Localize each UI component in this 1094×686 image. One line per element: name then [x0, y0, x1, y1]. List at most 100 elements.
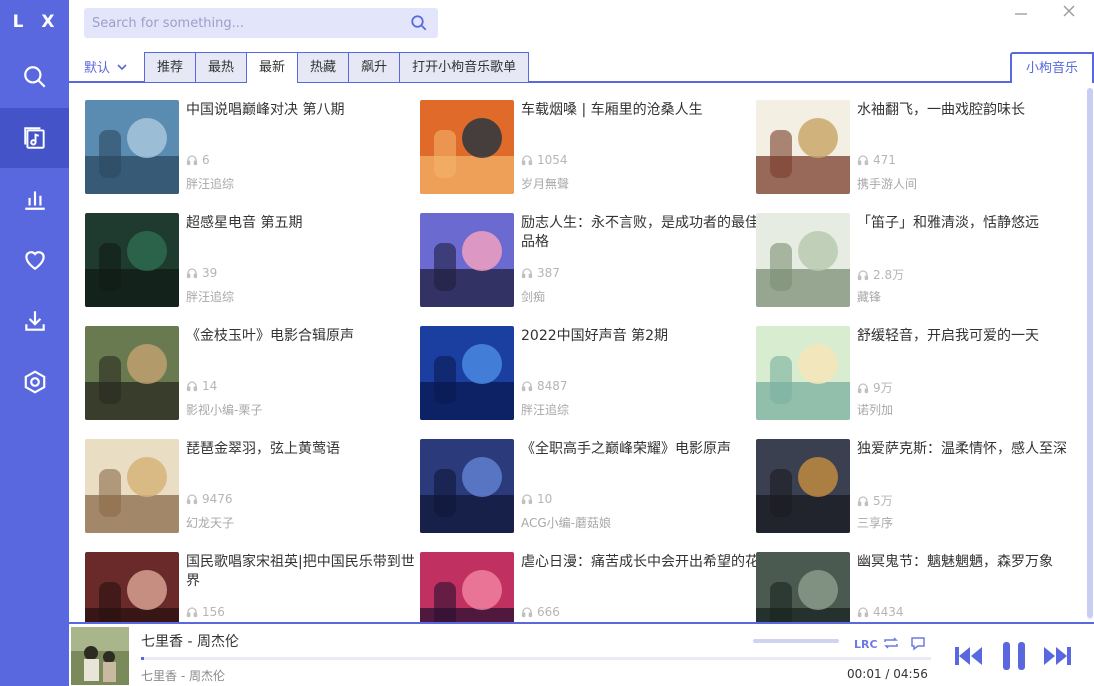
player-cover-art[interactable]: [71, 627, 129, 685]
tab-5[interactable]: 打开小枸音乐歌单: [399, 52, 530, 82]
playlist-author[interactable]: 三享序: [857, 514, 893, 531]
playlist-cover[interactable]: [756, 326, 850, 420]
playlist-cover[interactable]: [85, 552, 179, 622]
playlist-author[interactable]: 胖汪追综: [186, 288, 234, 305]
playlist-title[interactable]: 《金枝玉叶》电影合辑原声: [186, 327, 426, 346]
playlist-card[interactable]: 车载烟嗓 | 车厢里的沧桑人生 1054 岁月無聲: [420, 100, 750, 196]
playlist-author[interactable]: 剑痴: [521, 288, 545, 305]
playlist-card[interactable]: 舒缓轻音，开启我可爱的一天 9万 诺列加: [756, 326, 1086, 422]
play-count-value: 666: [537, 605, 560, 619]
playlist-author[interactable]: 岁月無聲: [521, 175, 569, 192]
playlist-title[interactable]: 琵琶金翠羽，弦上黄莺语: [186, 440, 426, 459]
search-input[interactable]: [92, 15, 408, 31]
playlist-cover[interactable]: [420, 326, 514, 420]
playlist-title[interactable]: 2022中国好声音 第2期: [521, 327, 761, 346]
playlist-title[interactable]: 幽冥鬼节：魑魅魍魉，森罗万象: [857, 553, 1086, 572]
source-tab[interactable]: 小枸音乐: [1009, 52, 1094, 83]
play-count-value: 9476: [202, 492, 233, 506]
loop-icon: [884, 637, 898, 649]
sidebar-item-leaderboard[interactable]: [0, 169, 69, 229]
playlist-author[interactable]: ACG小编-蘑菇娘: [521, 514, 611, 531]
playlist-author[interactable]: 携手游人间: [857, 175, 917, 192]
playlist-author[interactable]: 藏锋: [857, 288, 881, 305]
playlist-author[interactable]: 诺列加: [857, 401, 893, 418]
playlist-card[interactable]: 琵琶金翠羽，弦上黄莺语 9476 幻龙天子: [85, 439, 415, 535]
pause-button[interactable]: [997, 640, 1031, 672]
playlist-title[interactable]: 虐心日漫：痛苦成长中会开出希望的花: [521, 553, 761, 572]
playlist-title[interactable]: 水袖翻飞，一曲戏腔韵味长: [857, 101, 1086, 120]
playlist-card[interactable]: 励志人生：永不言败，是成功者的最佳品格 387 剑痴: [420, 213, 759, 309]
playlist-cover[interactable]: [420, 552, 514, 622]
playlist-card[interactable]: 《全职高手之巅峰荣耀》电影原声 10 ACG小编-蘑菇娘: [420, 439, 750, 535]
headphone-icon: [521, 381, 533, 392]
progress-bar[interactable]: [141, 657, 931, 660]
close-button[interactable]: [1054, 0, 1084, 22]
playlist-title[interactable]: 励志人生：永不言败，是成功者的最佳品格: [521, 214, 761, 252]
play-count: 4434: [857, 605, 904, 619]
playlist-cover[interactable]: [420, 439, 514, 533]
playlist-author[interactable]: 胖汪追综: [521, 401, 569, 418]
playlist-card[interactable]: 2022中国好声音 第2期 8487 胖汪追综: [420, 326, 750, 422]
playlist-card[interactable]: 《金枝玉叶》电影合辑原声 14 影视小编-栗子: [85, 326, 415, 422]
playlist-card[interactable]: 国民歌唱家宋祖英|把中国民乐带到世界 156: [85, 552, 415, 622]
headphone-icon: [521, 494, 533, 505]
playlist-title[interactable]: 舒缓轻音，开启我可爱的一天: [857, 327, 1086, 346]
sidebar-item-favorites[interactable]: [0, 230, 69, 290]
scrollbar-thumb[interactable]: [1087, 88, 1093, 618]
previous-button[interactable]: [952, 640, 986, 672]
playlist-cover[interactable]: [85, 439, 179, 533]
playlist-card[interactable]: 超感星电音 第五期 39 胖汪追综: [85, 213, 415, 309]
playlist-card[interactable]: 「笛子」和雅清淡，恬静悠远 2.8万 藏锋: [756, 213, 1086, 309]
scrollbar[interactable]: [1087, 88, 1093, 620]
playlist-title[interactable]: 《全职高手之巅峰荣耀》电影原声: [521, 440, 761, 459]
playlist-title[interactable]: 超感星电音 第五期: [186, 214, 426, 233]
playlist-title[interactable]: 中国说唱巅峰对决 第八期: [186, 101, 426, 120]
sidebar-item-song-list[interactable]: [0, 108, 69, 168]
playlist-card[interactable]: 虐心日漫：痛苦成长中会开出希望的花 666: [420, 552, 759, 622]
now-playing-title: 七里香 - 周杰伦: [141, 634, 239, 650]
tab-1[interactable]: 最热: [195, 52, 248, 82]
download-icon: [24, 311, 45, 331]
sidebar-item-settings[interactable]: [0, 352, 69, 412]
sort-dropdown[interactable]: 默认: [84, 52, 128, 81]
comment-button[interactable]: [907, 633, 929, 653]
playlist-title[interactable]: 车载烟嗓 | 车厢里的沧桑人生: [521, 101, 761, 120]
playlist-cover[interactable]: [420, 100, 514, 194]
headphone-icon: [857, 269, 869, 280]
playlist-card[interactable]: 独爱萨克斯：温柔情怀，感人至深 5万 三享序: [756, 439, 1086, 535]
playlist-cover[interactable]: [85, 326, 179, 420]
playlist-cover[interactable]: [756, 552, 850, 622]
playlist-cover[interactable]: [85, 213, 179, 307]
playlist-author[interactable]: 幻龙天子: [186, 514, 234, 531]
playlist-cover[interactable]: [756, 439, 850, 533]
tab-3[interactable]: 热藏: [297, 52, 350, 82]
minimize-button[interactable]: [1006, 0, 1036, 22]
playlist-cover[interactable]: [85, 100, 179, 194]
now-playing-subtitle: 七里香 - 周杰伦: [141, 669, 225, 683]
volume-slider[interactable]: [753, 639, 839, 643]
playlist-cover[interactable]: [756, 213, 850, 307]
next-button[interactable]: [1040, 640, 1074, 672]
playlist-cover[interactable]: [420, 213, 514, 307]
play-count: 156: [186, 605, 225, 619]
skip-previous-icon: [955, 647, 982, 665]
playlist-title[interactable]: 国民歌唱家宋祖英|把中国民乐带到世界: [186, 553, 426, 591]
playlist-card[interactable]: 幽冥鬼节：魑魅魍魉，森罗万象 4434: [756, 552, 1086, 622]
lyric-button[interactable]: LRC: [853, 633, 877, 653]
playlist-author[interactable]: 影视小编-栗子: [186, 401, 262, 418]
playlist-cover[interactable]: [756, 100, 850, 194]
tab-0[interactable]: 推荐: [144, 52, 197, 82]
svg-text:LRC: LRC: [854, 638, 877, 651]
playlist-card[interactable]: 水袖翻飞，一曲戏腔韵味长 471 携手游人间: [756, 100, 1086, 196]
search-button[interactable]: [408, 12, 430, 34]
playlist-title[interactable]: 独爱萨克斯：温柔情怀，感人至深: [857, 440, 1086, 459]
playlist-author[interactable]: 胖汪追综: [186, 175, 234, 192]
play-count-value: 387: [537, 266, 560, 280]
loop-button[interactable]: [880, 633, 902, 653]
tab-4[interactable]: 飙升: [348, 52, 401, 82]
sidebar-item-download[interactable]: [0, 291, 69, 351]
playlist-card[interactable]: 中国说唱巅峰对决 第八期 6 胖汪追综: [85, 100, 415, 196]
tab-2[interactable]: 最新: [246, 52, 299, 83]
sidebar-item-search[interactable]: [0, 47, 69, 107]
playlist-title[interactable]: 「笛子」和雅清淡，恬静悠远: [857, 214, 1086, 233]
